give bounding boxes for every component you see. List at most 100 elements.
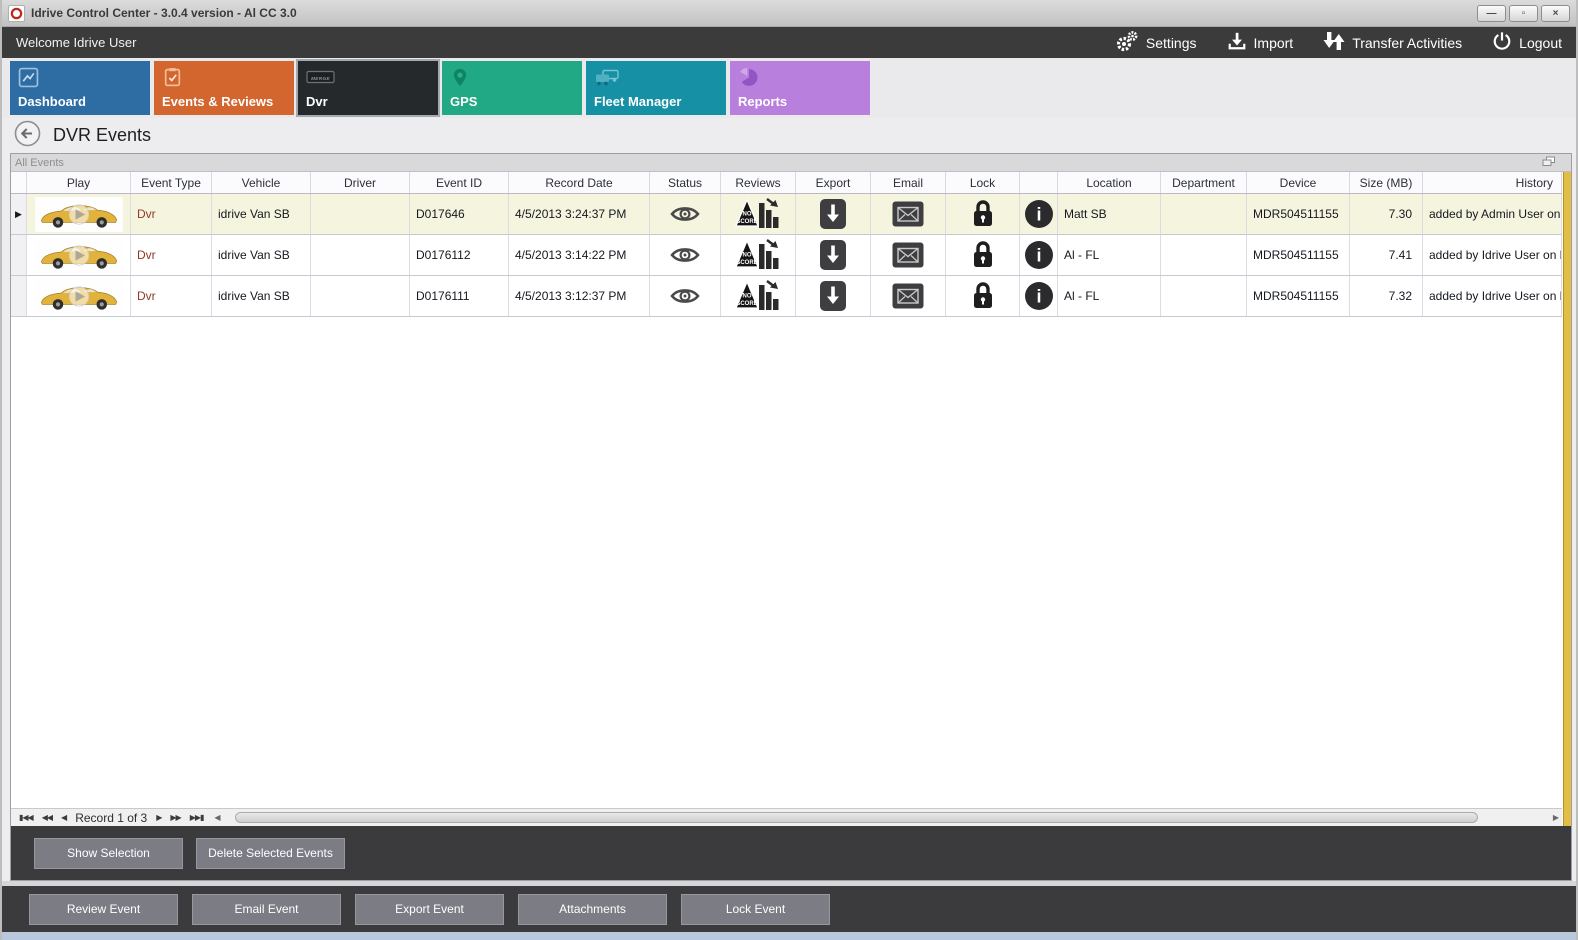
first-record-button[interactable]: ▮◀◀ <box>19 813 33 822</box>
play-thumbnail[interactable] <box>27 276 131 316</box>
reviews-no-score-icon[interactable] <box>721 276 796 316</box>
scroll-right-icon[interactable]: ▶ <box>1550 813 1562 822</box>
record-date-cell: 4/5/2013 3:24:37 PM <box>509 194 650 234</box>
header-event-type[interactable]: Event Type <box>131 172 212 193</box>
close-button[interactable]: × <box>1541 5 1570 22</box>
header-record-date[interactable]: Record Date <box>509 172 650 193</box>
info-icon[interactable] <box>1020 194 1058 234</box>
event-id-cell: D0176112 <box>410 235 509 275</box>
table-row[interactable]: Dvr idrive Van SB D0176111 4/5/2013 3:12… <box>11 276 1562 317</box>
next-page-button[interactable]: ▶▶ <box>170 813 180 822</box>
status-eye-icon[interactable] <box>650 235 721 275</box>
next-record-button[interactable]: ▶ <box>156 813 161 822</box>
tab-fleet-manager[interactable]: Fleet Manager <box>586 61 726 115</box>
maximize-button[interactable]: ▫ <box>1509 5 1538 22</box>
header-info[interactable] <box>1020 172 1058 193</box>
export-icon[interactable] <box>796 276 871 316</box>
tab-events-reviews[interactable]: Events & Reviews <box>154 61 294 115</box>
back-button[interactable] <box>14 120 41 152</box>
header-history[interactable]: History <box>1423 172 1562 193</box>
header-reviews[interactable]: Reviews <box>721 172 796 193</box>
review-event-button[interactable]: Review Event <box>29 894 178 925</box>
popout-panel-icon[interactable] <box>1542 156 1555 170</box>
scrollbar-thumb[interactable] <box>235 812 1478 823</box>
history-cell: added by Idrive User on loca <box>1423 276 1562 316</box>
dvr-merge-icon: MERGE <box>306 67 336 92</box>
import-button[interactable]: Import <box>1227 31 1294 54</box>
lock-icon[interactable] <box>946 194 1020 234</box>
tile-label-gps: GPS <box>450 94 477 109</box>
transfer-icon <box>1323 30 1345 55</box>
header-play[interactable]: Play <box>27 172 131 193</box>
email-icon[interactable] <box>871 276 946 316</box>
header-size-mb[interactable]: Size (MB) <box>1350 172 1423 193</box>
status-eye-icon[interactable] <box>650 276 721 316</box>
delete-selected-events-button[interactable]: Delete Selected Events <box>196 838 345 869</box>
email-icon[interactable] <box>871 235 946 275</box>
row-indicator <box>11 276 27 316</box>
show-selection-button[interactable]: Show Selection <box>34 838 183 869</box>
tab-gps[interactable]: GPS <box>442 61 582 115</box>
driver-cell <box>311 194 410 234</box>
event-action-bar: Review Event Email Event Export Event At… <box>2 886 1576 932</box>
header-device[interactable]: Device <box>1247 172 1350 193</box>
location-cell: Al - FL <box>1058 235 1161 275</box>
header-email[interactable]: Email <box>871 172 946 193</box>
tab-dashboard[interactable]: Dashboard <box>10 61 150 115</box>
row-indicator <box>11 235 27 275</box>
tab-reports[interactable]: Reports <box>730 61 870 115</box>
department-cell <box>1161 194 1247 234</box>
play-thumbnail[interactable] <box>27 235 131 275</box>
horizontal-scrollbar[interactable]: ◀ ▶ <box>211 810 1562 826</box>
email-event-button[interactable]: Email Event <box>192 894 341 925</box>
settings-button[interactable]: Settings <box>1115 30 1197 55</box>
app-window: Idrive Control Center - 3.0.4 version - … <box>0 0 1578 940</box>
header-department[interactable]: Department <box>1161 172 1247 193</box>
export-icon[interactable] <box>796 194 871 234</box>
scroll-left-icon[interactable]: ◀ <box>211 813 223 822</box>
event-type-cell: Dvr <box>131 276 212 316</box>
info-icon[interactable] <box>1020 276 1058 316</box>
fleet-vehicles-icon <box>594 67 622 93</box>
status-eye-icon[interactable] <box>650 194 721 234</box>
attachments-button[interactable]: Attachments <box>518 894 667 925</box>
reviews-no-score-icon[interactable] <box>721 194 796 234</box>
header-vehicle[interactable]: Vehicle <box>212 172 311 193</box>
transfer-activities-button[interactable]: Transfer Activities <box>1323 30 1462 55</box>
header-driver[interactable]: Driver <box>311 172 410 193</box>
history-cell: added by Admin User on loca <box>1423 194 1562 234</box>
export-icon[interactable] <box>796 235 871 275</box>
scrollbar-track[interactable] <box>223 811 1550 825</box>
group-bar: All Events <box>11 154 1571 172</box>
prev-record-button[interactable]: ◀ <box>61 813 66 822</box>
header-status[interactable]: Status <box>650 172 721 193</box>
header-event-id[interactable]: Event ID <box>410 172 509 193</box>
export-event-button[interactable]: Export Event <box>355 894 504 925</box>
tile-label-reports: Reports <box>738 94 787 109</box>
vertical-scrollbar[interactable] <box>1563 172 1571 826</box>
welcome-text: Welcome Idrive User <box>16 35 136 50</box>
last-record-button[interactable]: ▶▶▮ <box>190 813 204 822</box>
prev-page-button[interactable]: ◀◀ <box>42 813 52 822</box>
header-lock[interactable]: Lock <box>946 172 1020 193</box>
minimize-button[interactable]: — <box>1477 5 1506 22</box>
tab-dvr[interactable]: MERGE Dvr <box>298 61 438 115</box>
lock-icon[interactable] <box>946 235 1020 275</box>
lock-icon[interactable] <box>946 276 1020 316</box>
play-thumbnail[interactable] <box>27 194 131 234</box>
settings-label: Settings <box>1146 35 1197 51</box>
header-export[interactable]: Export <box>796 172 871 193</box>
vehicle-cell: idrive Van SB <box>212 194 311 234</box>
window-title: Idrive Control Center - 3.0.4 version - … <box>31 6 1477 20</box>
lock-event-button[interactable]: Lock Event <box>681 894 830 925</box>
header-location[interactable]: Location <box>1058 172 1161 193</box>
table-row[interactable]: Dvr idrive Van SB D0176112 4/5/2013 3:14… <box>11 235 1562 276</box>
window-bottom-edge <box>2 932 1576 940</box>
info-icon[interactable] <box>1020 235 1058 275</box>
clipboard-check-icon <box>162 67 183 93</box>
record-date-cell: 4/5/2013 3:12:37 PM <box>509 276 650 316</box>
reviews-no-score-icon[interactable] <box>721 235 796 275</box>
table-row[interactable]: ▶ Dvr idrive Van SB D017646 4/5/2013 3:2… <box>11 194 1562 235</box>
logout-button[interactable]: Logout <box>1492 31 1562 54</box>
email-icon[interactable] <box>871 194 946 234</box>
